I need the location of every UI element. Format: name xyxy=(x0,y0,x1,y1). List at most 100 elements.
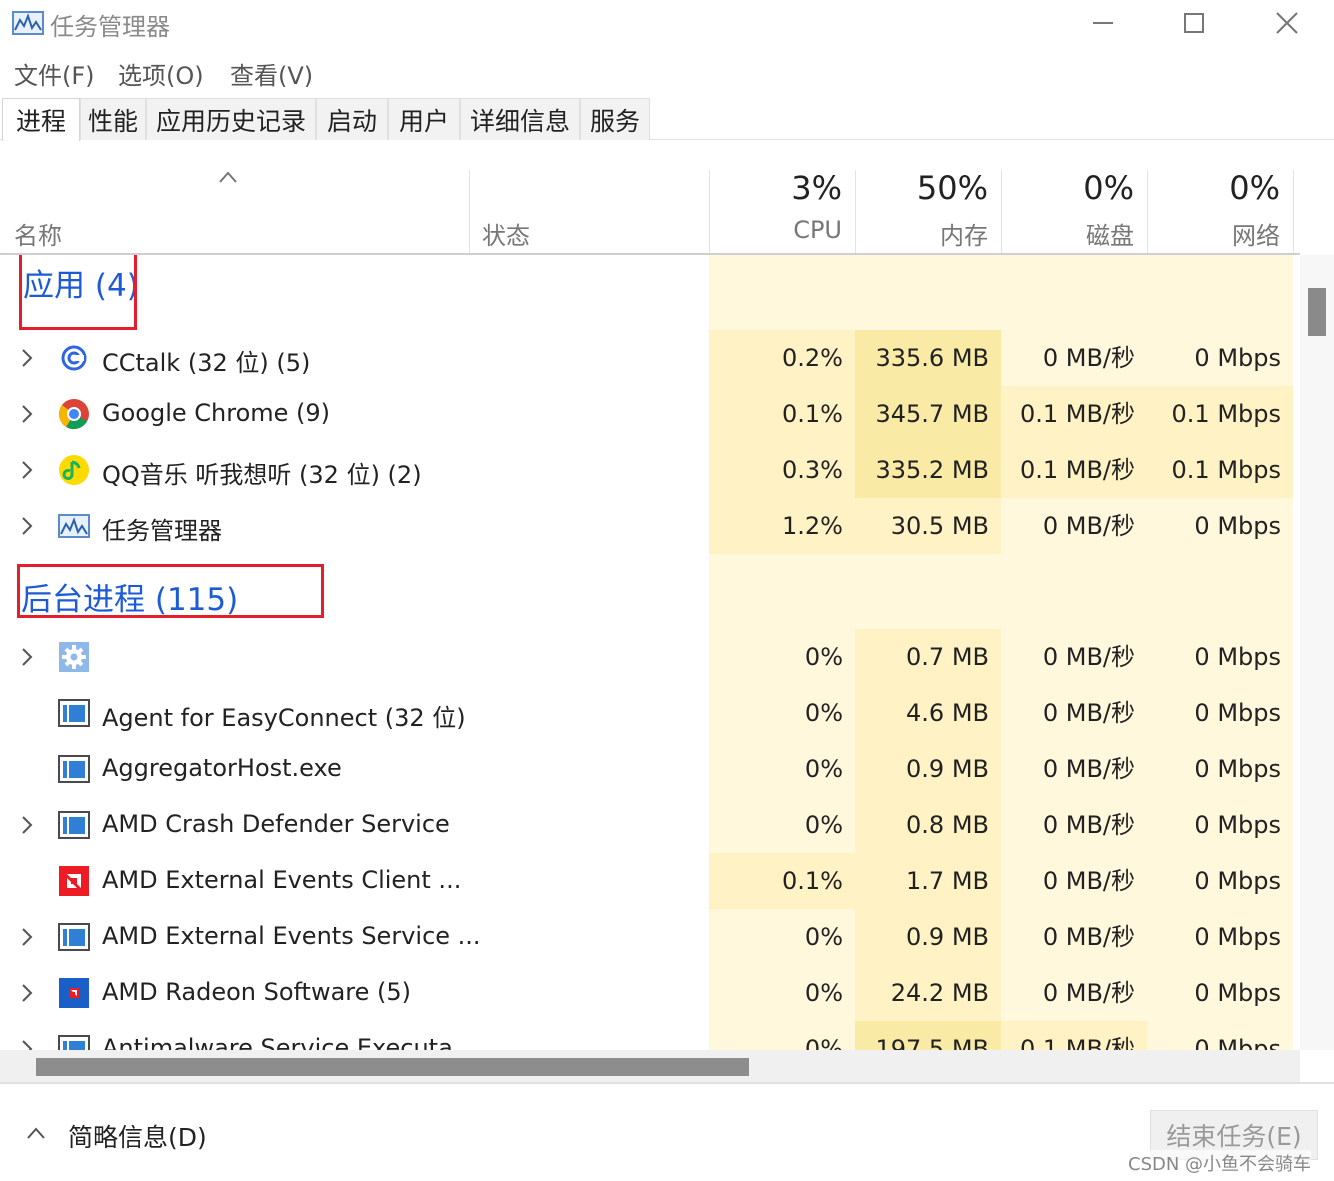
network-cell: 0 Mbps xyxy=(1147,853,1293,909)
column-cpu-percent[interactable]: 3% xyxy=(712,169,842,207)
tab-users[interactable]: 用户 xyxy=(388,98,460,140)
chevron-right-icon[interactable] xyxy=(18,459,36,481)
cpu-cell: 0.1% xyxy=(709,853,855,909)
disk-cell: 0.1 MB/秒 xyxy=(1001,1021,1147,1050)
sort-ascending-icon[interactable] xyxy=(218,170,238,184)
cpu-cell: 0% xyxy=(709,629,855,685)
column-cpu[interactable]: CPU xyxy=(712,216,842,244)
cpu-cell: 0% xyxy=(709,965,855,1021)
settings-gear-icon xyxy=(58,641,90,673)
heat-band xyxy=(709,554,855,629)
tab-details[interactable]: 详细信息 xyxy=(460,98,580,140)
process-row[interactable]: AggregatorHost.exe 0% 0.9 MB 0 MB/秒 0 Mbps xyxy=(0,741,1300,797)
process-row[interactable]: 0% 0.7 MB 0 MB/秒 0 Mbps xyxy=(0,629,1300,685)
chevron-right-icon[interactable] xyxy=(18,646,36,668)
chevron-right-icon[interactable] xyxy=(18,982,36,1004)
heat-band xyxy=(855,255,1001,330)
memory-cell: 0.8 MB xyxy=(855,797,1001,853)
window-app-icon xyxy=(58,697,90,729)
network-cell: 0 Mbps xyxy=(1147,1021,1293,1050)
process-row[interactable]: CCtalk (32 位) (5) 0.2% 335.6 MB 0 MB/秒 0 Mbp… xyxy=(0,330,1300,386)
tab-processes[interactable]: 进程 xyxy=(2,98,80,141)
process-row[interactable]: Agent for EasyConnect (32 位) 0% 4.6 MB 0 MB… xyxy=(0,685,1300,741)
cpu-cell: 0.3% xyxy=(709,442,855,498)
process-name: QQ音乐 听我想听 (32 位) (2) xyxy=(102,461,422,489)
process-row[interactable]: Antimalware Service Executa... 0% 197.5 MB… xyxy=(0,1021,1300,1050)
vertical-scrollbar[interactable] xyxy=(1300,255,1334,1050)
process-row[interactable]: AMD Crash Defender Service 0% 0.8 MB 0 MB/秒… xyxy=(0,797,1300,853)
minimize-button[interactable] xyxy=(1080,4,1126,42)
memory-cell: 24.2 MB xyxy=(855,965,1001,1021)
cpu-cell: 1.2% xyxy=(709,498,855,554)
process-row[interactable]: 任务管理器 1.2% 30.5 MB 0 MB/秒 0 Mbps xyxy=(0,498,1300,554)
chevron-right-icon[interactable] xyxy=(18,1038,36,1050)
column-status[interactable]: 状态 xyxy=(482,216,530,251)
column-name[interactable]: 名称 xyxy=(14,216,62,251)
maximize-icon xyxy=(1184,13,1204,33)
close-icon xyxy=(1276,12,1298,34)
process-name: AMD Crash Defender Service xyxy=(102,810,450,838)
amd-radeon-icon xyxy=(58,977,90,1009)
tab-services[interactable]: 服务 xyxy=(580,98,650,140)
cpu-cell: 0.2% xyxy=(709,330,855,386)
chevron-right-icon[interactable] xyxy=(18,814,36,836)
column-divider xyxy=(469,170,470,254)
chevron-right-icon[interactable] xyxy=(18,347,36,369)
tab-startup[interactable]: 启动 xyxy=(316,98,388,140)
column-disk[interactable]: 磁盘 xyxy=(1004,216,1134,251)
process-name: CCtalk (32 位) (5) xyxy=(102,349,311,377)
memory-cell: 0.9 MB xyxy=(855,909,1001,965)
process-name: Antimalware Service Executa... xyxy=(102,1034,476,1050)
heat-band xyxy=(1001,255,1147,330)
process-row[interactable]: Google Chrome (9) 0.1% 345.7 MB 0.1 MB/秒 0.1… xyxy=(0,386,1300,442)
maximize-button[interactable] xyxy=(1171,4,1217,42)
network-cell: 0.1 Mbps xyxy=(1147,386,1293,442)
process-name: AMD External Events Client ... xyxy=(102,866,462,894)
fewer-details-toggle[interactable]: 简略信息(D) xyxy=(68,1118,207,1154)
process-row[interactable]: AMD External Events Client ... 0.1% 1.7 MB… xyxy=(0,853,1300,909)
process-row[interactable]: AMD Radeon Software (5) 0% 24.2 MB 0 MB/秒 0 … xyxy=(0,965,1300,1021)
memory-cell: 335.6 MB xyxy=(855,330,1001,386)
vertical-scroll-thumb[interactable] xyxy=(1308,288,1326,336)
column-network[interactable]: 网络 xyxy=(1150,216,1280,251)
tab-app-history[interactable]: 应用历史记录 xyxy=(146,98,316,140)
column-disk-percent[interactable]: 0% xyxy=(1004,169,1134,207)
menu-view[interactable]: 查看(V) xyxy=(230,56,313,91)
process-name: AMD Radeon Software (5) xyxy=(102,978,412,1006)
cpu-cell: 0% xyxy=(709,685,855,741)
disk-cell: 0 MB/秒 xyxy=(1001,853,1147,909)
minimize-icon xyxy=(1093,22,1113,24)
process-name: 任务管理器 xyxy=(102,517,222,545)
heat-band xyxy=(855,554,1001,629)
chevron-right-icon[interactable] xyxy=(18,515,36,537)
window-app-icon xyxy=(58,921,90,953)
column-divider xyxy=(709,170,710,254)
column-network-percent[interactable]: 0% xyxy=(1150,169,1280,207)
annotation-box xyxy=(17,564,324,618)
column-memory-percent[interactable]: 50% xyxy=(858,169,988,207)
network-cell: 0 Mbps xyxy=(1147,741,1293,797)
disk-cell: 0.1 MB/秒 xyxy=(1001,442,1147,498)
column-memory[interactable]: 内存 xyxy=(858,216,988,251)
horizontal-scroll-thumb[interactable] xyxy=(36,1058,749,1076)
network-cell: 0.1 Mbps xyxy=(1147,442,1293,498)
menu-file[interactable]: 文件(F) xyxy=(14,56,95,91)
network-cell: 0 Mbps xyxy=(1147,909,1293,965)
heat-band xyxy=(1147,255,1293,330)
chevron-right-icon[interactable] xyxy=(18,403,36,425)
chevron-right-icon[interactable] xyxy=(18,926,36,948)
process-row[interactable]: QQ音乐 听我想听 (32 位) (2) 0.3% 335.2 MB 0.1 MB/秒… xyxy=(0,442,1300,498)
process-name: AggregatorHost.exe xyxy=(102,754,342,782)
disk-cell: 0 MB/秒 xyxy=(1001,330,1147,386)
close-button[interactable] xyxy=(1264,4,1310,42)
footer-divider xyxy=(0,1082,1334,1084)
window-title: 任务管理器 xyxy=(50,13,170,41)
memory-cell: 0.7 MB xyxy=(855,629,1001,685)
process-row[interactable]: AMD External Events Service ... 0% 0.9 MB 0… xyxy=(0,909,1300,965)
chevron-up-icon[interactable] xyxy=(26,1126,46,1140)
window-app-icon xyxy=(58,753,90,785)
memory-cell: 30.5 MB xyxy=(855,498,1001,554)
tab-performance[interactable]: 性能 xyxy=(80,98,146,140)
process-name: AMD External Events Service ... xyxy=(102,922,481,950)
menu-options[interactable]: 选项(O) xyxy=(118,56,204,91)
